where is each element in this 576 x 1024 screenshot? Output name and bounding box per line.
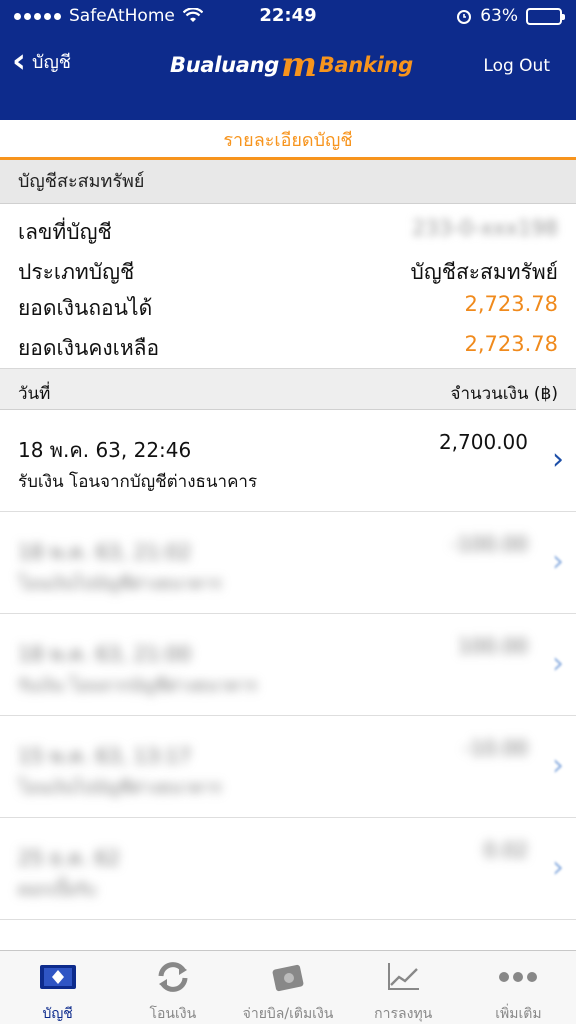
tab-transfer-label: โอนเงิน [149,1006,197,1022]
tab-bar: บัญชี โอนเงิน จ่ายบิล/เติมเงิน การลงทุน … [0,950,576,1024]
transaction-desc: โอนเงินไปบัญชีต่างธนาคาร [18,778,222,798]
withdrawable-label: ยอดเงินถอนได้ [18,296,153,320]
withdrawable-row: ยอดเงินถอนได้ 2,723.78 [0,286,576,326]
back-label: บัญชี [32,51,71,73]
invest-chart-icon [383,961,423,993]
transaction-row-partial [0,920,576,950]
logo-text-left: Bualuang [170,53,280,77]
tab-invest[interactable]: การลงทุน [346,951,461,1024]
tab-transfer[interactable]: โอนเงิน [115,951,230,1024]
account-number-label: เลขที่บัญชี [18,220,112,244]
account-number-value: 233-0-xxx198 [412,216,558,240]
account-type-row: ประเภทบัญชี บัญชีสะสมทรัพย์ [0,250,576,290]
transaction-amount: 0.02 [483,838,528,862]
tab-account-label: บัญชี [42,1006,73,1022]
logo-m-icon: m [281,45,317,85]
tab-bill-label: จ่ายบิล/เติมเงิน [242,1006,334,1022]
transaction-row[interactable]: 18 พ.ค. 63, 21:02 โอนเงินไปบัญชีต่างธนาค… [0,512,576,614]
tab-more[interactable]: เพิ่มเติม [461,951,576,1024]
logo-text-right: Banking [318,53,413,77]
transaction-amount: 2,700.00 [438,430,528,454]
chevron-right-icon: › [552,850,564,885]
bill-icon [268,961,308,993]
transaction-row[interactable]: 18 พ.ค. 63, 22:46 รับเงิน โอนจากบัญชีต่า… [0,410,576,512]
account-icon [38,961,78,993]
chevron-right-icon: › [552,544,564,579]
app-header: SafeAtHome 22:49 63% ‹ บัญชี Bualuang m … [0,0,576,120]
page-title: รายละเอียดบัญชี [223,130,353,151]
chevron-left-icon: ‹ [12,41,27,81]
chevron-right-icon: › [552,442,564,477]
transaction-row[interactable]: 15 พ.ค. 63, 13:17 โอนเงินไปบัญชีต่างธนาค… [0,716,576,818]
balance-row: ยอดเงินคงเหลือ 2,723.78 [0,326,576,366]
transaction-desc: รับเงิน โอนจากบัญชีต่างธนาคาร [18,676,258,696]
transaction-date: 25 ธ.ค. 62 [18,846,120,870]
status-right: 63% [456,6,565,26]
transaction-amount: -10.00 [463,736,528,760]
transaction-date: 15 พ.ค. 63, 13:17 [18,744,192,768]
battery-percent: 63% [480,6,518,26]
transaction-row[interactable]: 25 ธ.ค. 62 ดอกเบี้ยรับ 0.02 › [0,818,576,920]
tab-bill[interactable]: จ่ายบิล/เติมเงิน [230,951,345,1024]
balance-value: 2,723.78 [464,332,558,356]
transfer-icon [153,961,193,993]
account-number-row: เลขที่บัญชี 233-0-xxx198 [0,210,576,250]
transaction-row[interactable]: 18 พ.ค. 63, 21:00 รับเงิน โอนจากบัญชีต่า… [0,614,576,716]
tab-more-label: เพิ่มเติม [495,1006,542,1022]
transaction-desc: โอนเงินไปบัญชีต่างธนาคาร [18,574,222,594]
alarm-icon [457,10,472,24]
tab-account[interactable]: บัญชี [0,951,115,1024]
transaction-date: 18 พ.ค. 63, 21:00 [18,642,192,666]
transaction-desc: ดอกเบี้ยรับ [18,880,97,900]
battery-icon [526,7,565,25]
withdrawable-value: 2,723.78 [464,292,558,316]
tab-invest-label: การลงทุน [374,1006,433,1022]
date-column-header: วันที่ [18,384,51,404]
chevron-right-icon: › [552,646,564,681]
logout-button[interactable]: Log Out [483,56,550,76]
page-title-bar: รายละเอียดบัญชี [0,120,576,160]
transaction-date: 18 พ.ค. 63, 22:46 [18,438,192,462]
bualuang-logo: Bualuang m Banking [170,45,413,85]
account-type-value: บัญชีสะสมทรัพย์ [410,260,558,284]
more-icon [498,961,538,993]
account-type-header: บัญชีสะสมทรัพย์ [0,160,576,204]
back-button[interactable]: ‹ บัญชี [12,41,71,81]
transactions-header: วันที่ จำนวนเงิน (฿) [0,368,576,410]
amount-column-header: จำนวนเงิน (฿) [450,384,558,404]
account-type-label: ประเภทบัญชี [18,260,135,284]
transaction-amount: 100.00 [458,634,528,658]
chevron-right-icon: › [552,748,564,783]
transaction-desc: รับเงิน โอนจากบัญชีต่างธนาคาร [18,472,258,492]
balance-label: ยอดเงินคงเหลือ [18,336,160,360]
transaction-date: 18 พ.ค. 63, 21:02 [18,540,192,564]
status-bar: SafeAtHome 22:49 63% [0,0,576,34]
transaction-amount: -100.00 [450,532,528,556]
